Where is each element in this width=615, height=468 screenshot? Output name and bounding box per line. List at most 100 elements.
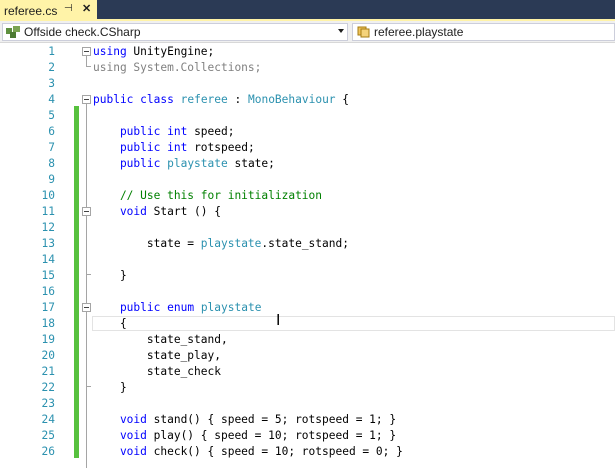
code-line[interactable]: 20 state_play, <box>0 348 615 364</box>
code-token: UnityEngine; <box>126 45 215 58</box>
member-dropdown[interactable]: referee.playstate <box>352 23 615 41</box>
code-line[interactable]: 21 state_check <box>0 364 615 380</box>
code-text: state_play, <box>93 348 221 364</box>
code-line[interactable]: 6 public int speed; <box>0 124 615 140</box>
line-number: 3 <box>48 77 55 90</box>
code-text: public playstate state; <box>93 156 275 172</box>
document-tab-strip: referee.cs ⊣ ✕ <box>0 0 615 21</box>
code-line[interactable]: 1 using UnityEngine; <box>0 44 615 60</box>
line-number: 20 <box>41 349 55 362</box>
code-token: void <box>93 429 147 442</box>
enum-icon <box>357 26 370 38</box>
code-line[interactable]: 23 <box>0 396 615 412</box>
line-number: 18 <box>41 317 55 330</box>
tab-referee-cs[interactable]: referee.cs ⊣ ✕ <box>0 0 97 21</box>
line-number: 7 <box>48 141 55 154</box>
code-text: } <box>93 268 127 284</box>
code-text: public int rotspeed; <box>93 140 255 156</box>
code-line[interactable]: 8 public playstate state; <box>0 156 615 172</box>
code-line[interactable]: 17 public enum playstate <box>0 300 615 316</box>
line-number: 22 <box>41 381 55 394</box>
code-text: public int speed; <box>93 124 235 140</box>
pin-icon[interactable]: ⊣ <box>64 3 73 14</box>
project-dropdown-label: Offside check.CSharp <box>24 25 141 39</box>
line-number: 24 <box>41 413 55 426</box>
code-token: } <box>93 269 127 282</box>
code-token: { <box>93 317 127 330</box>
code-line[interactable]: 9 <box>0 172 615 188</box>
code-line[interactable]: 25 void play() { speed = 10; rotspeed = … <box>0 428 615 444</box>
code-token: speed; <box>187 125 235 138</box>
line-number: 4 <box>48 93 55 106</box>
code-token: public <box>93 125 161 138</box>
code-token: state = <box>93 237 201 250</box>
code-token: using System.Collections; <box>93 61 262 74</box>
project-dropdown[interactable]: Offside check.CSharp <box>2 23 348 41</box>
chevron-down-icon <box>338 29 344 33</box>
code-line[interactable]: 22 } <box>0 380 615 396</box>
code-line[interactable]: 16 <box>0 284 615 300</box>
code-text: state = playstate.state_stand; <box>93 236 349 252</box>
code-line[interactable]: 7 public int rotspeed; <box>0 140 615 156</box>
code-line[interactable]: 15 } <box>0 268 615 284</box>
code-line[interactable]: 2 using System.Collections; <box>0 60 615 76</box>
project-icon <box>6 26 20 38</box>
line-number: 6 <box>48 125 55 138</box>
code-token: { <box>335 93 350 106</box>
code-line[interactable]: 14 <box>0 252 615 268</box>
code-text: using UnityEngine; <box>93 44 214 60</box>
code-token: state_check <box>93 365 221 378</box>
code-token: // Use this for initialization <box>93 189 323 202</box>
member-dropdown-label: referee.playstate <box>374 25 464 39</box>
code-text: { <box>93 316 127 332</box>
code-token: void <box>93 413 147 426</box>
code-editor[interactable]: 1 using UnityEngine; 2 using System.Collect… <box>0 44 615 468</box>
line-number: 25 <box>41 429 55 442</box>
code-text: using System.Collections; <box>93 60 261 76</box>
navigation-bar: Offside check.CSharp referee.playstate <box>0 21 615 43</box>
line-number: 2 <box>48 61 55 74</box>
code-line[interactable]: 5 <box>0 108 615 124</box>
code-line[interactable]: 11 void Start () { <box>0 204 615 220</box>
code-line[interactable]: 4 public class referee : MonoBehaviour { <box>0 92 615 108</box>
code-token: int <box>167 141 188 154</box>
code-line[interactable]: 3 <box>0 76 615 92</box>
line-number: 16 <box>41 285 55 298</box>
text-cursor-icon: I <box>276 311 281 329</box>
code-text: void Start () { <box>93 204 221 220</box>
code-token: Start () { <box>146 205 221 218</box>
code-token: public <box>93 301 161 314</box>
code-token: state; <box>227 157 275 170</box>
line-number: 9 <box>48 173 55 186</box>
code-token: playstate <box>200 237 262 250</box>
code-line[interactable]: 26 void check() { speed = 10; rotspeed =… <box>0 444 615 460</box>
line-number: 17 <box>41 301 55 314</box>
code-text: } <box>93 380 127 396</box>
line-number: 14 <box>41 253 55 266</box>
code-line[interactable]: 10 // Use this for initialization <box>0 188 615 204</box>
code-token: playstate <box>167 157 228 170</box>
line-number: 12 <box>41 221 55 234</box>
code-text: void stand() { speed = 5; rotspeed = 1; … <box>93 412 396 428</box>
line-number: 15 <box>41 269 55 282</box>
code-line[interactable]: 12 <box>0 220 615 236</box>
code-line[interactable]: 18 { <box>0 316 615 332</box>
code-token: using <box>93 45 127 58</box>
code-text: state_stand, <box>93 332 228 348</box>
code-token: void <box>93 205 147 218</box>
code-token: play() { speed = 10; rotspeed = 1; } <box>146 429 397 442</box>
code-line[interactable]: 19 state_stand, <box>0 332 615 348</box>
code-text: void play() { speed = 10; rotspeed = 1; … <box>93 428 396 444</box>
code-token: .state_stand; <box>261 237 349 250</box>
code-token: referee <box>180 93 228 106</box>
line-number: 5 <box>48 109 55 122</box>
close-icon[interactable]: ✕ <box>82 2 91 15</box>
code-line[interactable]: 13 state = playstate.state_stand; <box>0 236 615 252</box>
code-token: : <box>227 93 248 106</box>
code-token: state_stand, <box>93 333 228 346</box>
code-token: } <box>93 381 127 394</box>
line-number: 26 <box>41 445 55 458</box>
code-line[interactable]: 24 void stand() { speed = 5; rotspeed = … <box>0 412 615 428</box>
